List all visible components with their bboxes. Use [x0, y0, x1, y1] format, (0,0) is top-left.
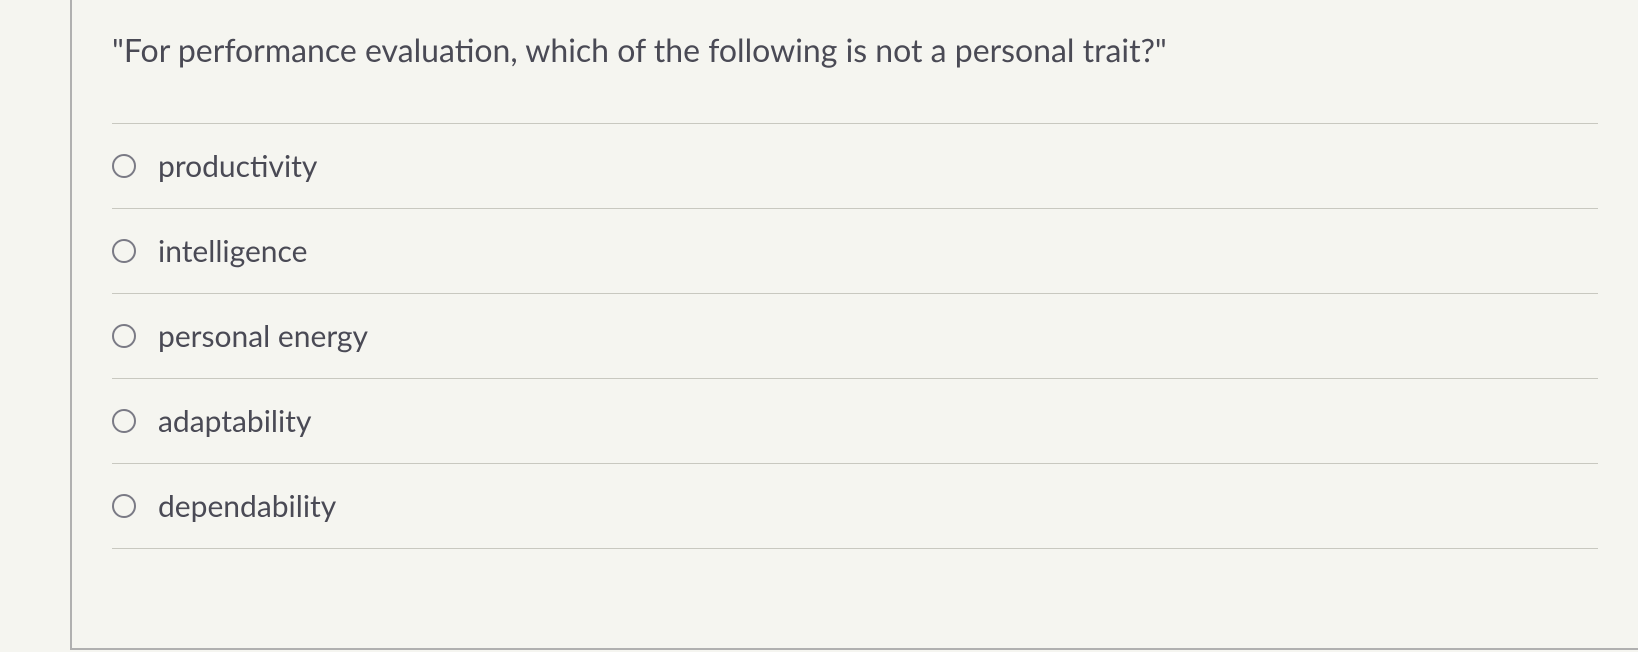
option-personal-energy[interactable]: personal energy: [112, 293, 1598, 378]
radio-icon: [112, 494, 136, 518]
option-label: personal energy: [158, 318, 368, 354]
question-container: "For performance evaluation, which of th…: [70, 0, 1638, 650]
radio-icon: [112, 324, 136, 348]
radio-icon: [112, 154, 136, 178]
option-label: intelligence: [158, 233, 307, 269]
option-label: productivity: [158, 148, 317, 184]
option-productivity[interactable]: productivity: [112, 123, 1598, 208]
option-intelligence[interactable]: intelligence: [112, 208, 1598, 293]
radio-icon: [112, 239, 136, 263]
option-label: dependability: [158, 488, 336, 524]
option-adaptability[interactable]: adaptability: [112, 378, 1598, 463]
option-label: adaptability: [158, 403, 311, 439]
radio-icon: [112, 409, 136, 433]
option-dependability[interactable]: dependability: [112, 463, 1598, 549]
options-list: productivity intelligence personal energ…: [72, 123, 1638, 549]
question-text: "For performance evaluation, which of th…: [72, 0, 1638, 123]
